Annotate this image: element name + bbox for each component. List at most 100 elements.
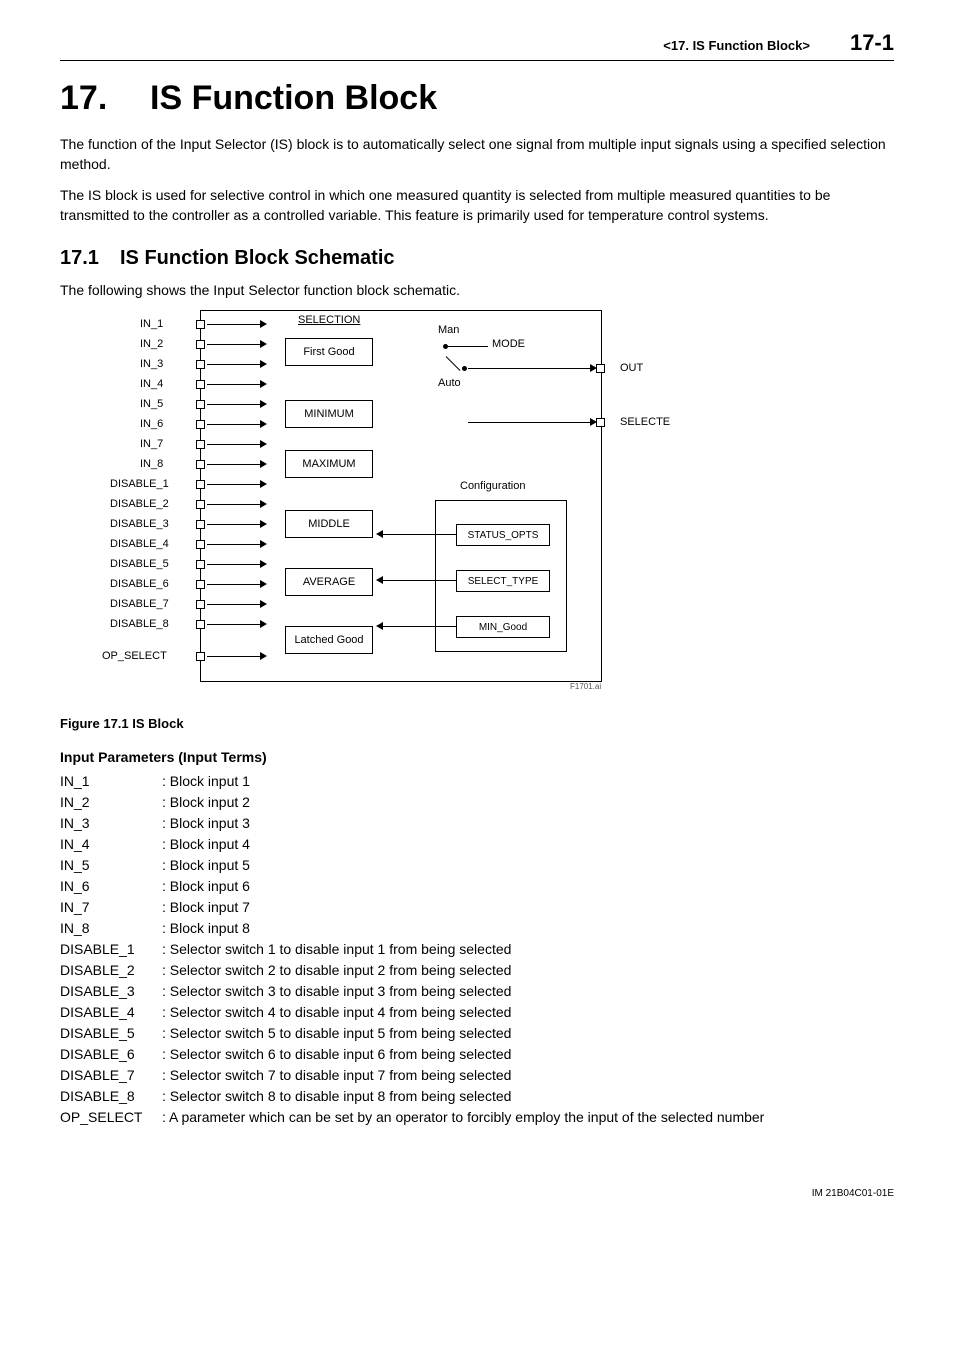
terms-row: DISABLE_3: Selector switch 3 to disable … [60,981,894,1002]
chapter-title: IS Function Block [150,79,437,117]
selection-box-label: MIDDLE [308,518,350,530]
wire [207,484,262,485]
terms-desc: : Block input 5 [162,855,894,876]
port-icon [196,652,205,661]
wire [207,504,262,505]
terms-label: IN_2 [60,792,162,813]
terms-row: DISABLE_6: Selector switch 6 to disable … [60,1044,894,1065]
terms-label: DISABLE_4 [60,1002,162,1023]
arrow-right-icon [260,460,267,468]
wire [207,656,262,657]
diag-input-label: DISABLE_8 [110,618,169,630]
port-icon [196,380,205,389]
terms-desc: : Selector switch 2 to disable input 2 f… [162,960,894,981]
terms-label: DISABLE_8 [60,1086,162,1107]
arrow-right-icon [260,420,267,428]
arrow-right-icon [260,380,267,388]
port-icon [196,580,205,589]
arrow-right-icon [260,652,267,660]
figure-caption: Figure 17.1 IS Block [60,716,894,731]
terms-desc: : Selector switch 4 to disable input 4 f… [162,1002,894,1023]
wire [207,344,262,345]
port-icon [596,418,605,427]
config-box-label: MIN_Good [479,622,527,633]
terms-desc: : A parameter which can be set by an ope… [162,1107,894,1128]
wire [207,524,262,525]
terms-label: IN_3 [60,813,162,834]
selection-box: MINIMUM [285,400,373,428]
port-icon [596,364,605,373]
terms-label: DISABLE_6 [60,1044,162,1065]
port-icon [196,620,205,629]
port-icon [196,440,205,449]
diag-input-label: DISABLE_2 [110,498,169,510]
selection-box-label: AVERAGE [303,576,355,588]
selection-title: SELECTION [298,314,360,326]
arrow-right-icon [260,440,267,448]
port-icon [196,600,205,609]
port-icon [196,420,205,429]
terms-row: IN_4: Block input 4 [60,834,894,855]
terms-label: DISABLE_2 [60,960,162,981]
chapter-heading: 17.IS Function Block [60,79,894,118]
terms-row: IN_5: Block input 5 [60,855,894,876]
port-icon [196,320,205,329]
terms-desc: : Block input 1 [162,771,894,792]
diag-input-label: IN_7 [140,438,163,450]
wire [382,626,456,627]
terms-desc: : Block input 2 [162,792,894,813]
diag-input-label: IN_2 [140,338,163,350]
terms-row: DISABLE_4: Selector switch 4 to disable … [60,1002,894,1023]
selection-box: Latched Good [285,626,373,654]
terms-label: IN_7 [60,897,162,918]
header-rule [60,60,894,61]
wire [207,364,262,365]
wire [207,464,262,465]
config-box: STATUS_OPTS [456,524,550,546]
wire [207,404,262,405]
port-icon [196,520,205,529]
selection-box-label: MINIMUM [304,408,354,420]
doc-code: IM 21B04C01-01E [812,1188,894,1199]
diag-input-label: DISABLE_1 [110,478,169,490]
terms-label: DISABLE_5 [60,1023,162,1044]
selection-box-label: Latched Good [294,634,363,646]
terms-row: IN_1: Block input 1 [60,771,894,792]
config-box: SELECT_TYPE [456,570,550,592]
wire [448,346,488,347]
section-intro: The following shows the Input Selector f… [60,280,894,300]
terms-label: OP_SELECT [60,1107,162,1128]
page-header: <17. IS Function Block> 17-1 [60,30,894,56]
terms-row: DISABLE_1: Selector switch 1 to disable … [60,939,894,960]
diag-input-label: IN_6 [140,418,163,430]
terms-desc: : Block input 6 [162,876,894,897]
selection-box: MIDDLE [285,510,373,538]
arrow-right-icon [260,620,267,628]
diag-input-label: IN_4 [140,378,163,390]
terms-desc: : Block input 3 [162,813,894,834]
port-icon [196,340,205,349]
wire [207,624,262,625]
terms-label: DISABLE_7 [60,1065,162,1086]
input-terms-list: IN_1: Block input 1 IN_2: Block input 2 … [60,771,894,1128]
arrow-right-icon [260,560,267,568]
terms-label: DISABLE_1 [60,939,162,960]
terms-desc: : Block input 7 [162,897,894,918]
terms-row: OP_SELECT: A parameter which can be set … [60,1107,894,1128]
config-box-label: STATUS_OPTS [468,530,539,541]
section-heading: 17.1IS Function Block Schematic [60,247,894,270]
terms-label: IN_5 [60,855,162,876]
terms-desc: : Selector switch 8 to disable input 8 f… [162,1086,894,1107]
terms-label: IN_8 [60,918,162,939]
wire [207,384,262,385]
config-box-label: SELECT_TYPE [468,576,539,587]
figure-code: F1701.ai [570,682,601,691]
page: <17. IS Function Block> 17-1 17.IS Funct… [0,0,954,1239]
diag-input-label: IN_8 [140,458,163,470]
diag-input-label: DISABLE_3 [110,518,169,530]
wire [468,368,593,369]
terms-row: DISABLE_5: Selector switch 5 to disable … [60,1023,894,1044]
terms-label: IN_4 [60,834,162,855]
port-icon [196,400,205,409]
diag-input-label: DISABLE_4 [110,538,169,550]
